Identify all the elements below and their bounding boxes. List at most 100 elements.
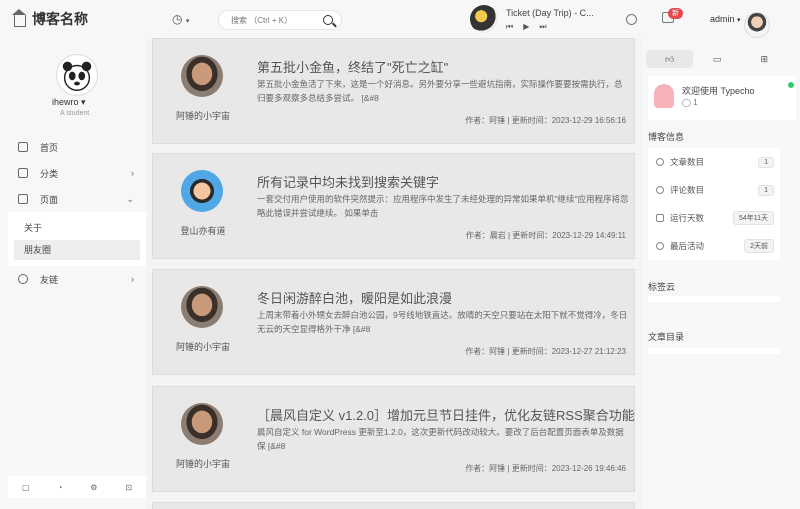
search-icon[interactable]: [323, 15, 333, 25]
song-title: Ticket (Day Trip) - C...: [506, 8, 594, 18]
user-icon: [18, 274, 28, 284]
post-meta: 作者：晨岩 | 更新时间：2023-12-29 14:49:11: [465, 231, 626, 240]
post-title[interactable]: 所有记录中均未找到搜索关键字: [257, 172, 439, 191]
welcome-card[interactable]: 欢迎使用 Typecho ◯ 1: [648, 76, 796, 120]
post-title[interactable]: 第五批小金鱼，终结了"死亡之缸": [257, 57, 448, 76]
brand-title: 博客名称: [32, 11, 88, 27]
post-card[interactable]: 阿锤的小宇宙 第五批小金鱼，终结了"死亡之缸" 第五批小金鱼活了下来，这是一个好…: [152, 38, 635, 144]
user-menu[interactable]: admin ▾: [710, 14, 741, 24]
gear-icon[interactable]: ⚙: [90, 483, 97, 492]
online-indicator: [788, 82, 794, 88]
blog-info-title: 博客信息: [648, 132, 685, 142]
sidebar-item-about[interactable]: 关于: [14, 218, 140, 238]
pages-submenu: 关于 朋友圈: [8, 212, 146, 266]
home-icon: [12, 9, 26, 27]
chevron-right-icon: ›: [131, 168, 134, 178]
welcome-comment-count: ◯ 1: [682, 98, 698, 107]
sidebar-item-links[interactable]: 友链 ›: [8, 266, 146, 292]
avatar[interactable]: [744, 12, 770, 38]
post-author-avatar[interactable]: [181, 170, 223, 212]
calendar-icon: [656, 214, 664, 222]
notification-badge: 新: [668, 8, 683, 19]
blog-stats: 文章数目 1 评论数目 1 运行天数 54年11天 最后活动 2天前: [648, 148, 780, 260]
play-icon[interactable]: ▶: [523, 22, 529, 32]
gift-icon: ⊞: [760, 53, 769, 64]
post-meta: 作者：阿锤 | 更新时间：2023-12-27 21:12:23: [465, 347, 626, 356]
post-author-avatar[interactable]: [181, 286, 223, 328]
profile-avatar[interactable]: [56, 54, 98, 96]
post-excerpt: 晨风自定义 for WordPress 更新至1.2.0，这次更新代码改动较大。…: [257, 427, 624, 451]
table-of-contents: [648, 348, 780, 354]
post-excerpt: 一套交付用户使用的软件突然提示：应用程序中发生了未经处理的异常如果单机"继续"应…: [257, 194, 629, 218]
post-card[interactable]: 登山亦有道 所有记录中均未找到搜索关键字 一套交付用户使用的软件突然提示：应用程…: [152, 153, 635, 259]
clock-icon: ◷: [172, 12, 183, 26]
tag-cloud: [648, 296, 780, 302]
login-icon[interactable]: ⊡: [125, 483, 132, 492]
sidebar-item-label: 页面: [40, 194, 59, 205]
search-box[interactable]: [218, 10, 342, 30]
tab-comments[interactable]: ▭: [693, 50, 740, 68]
sidebar-nav: 首页 分类 › 页面 ⌄ 关于 朋友圈 友链 ›: [8, 134, 146, 292]
comment-icon: ◯: [682, 98, 691, 107]
post-author[interactable]: 登山亦有道: [167, 224, 239, 237]
tab-gift[interactable]: ⊞: [741, 50, 788, 68]
theme-toggle-button[interactable]: ◷ ▾: [172, 12, 189, 26]
thumbs-up-icon: 👍︎: [664, 53, 675, 64]
post-meta: 作者：阿锤 | 更新时间：2023-12-29 16:56:16: [465, 116, 626, 125]
username: admin: [710, 14, 735, 24]
next-icon[interactable]: ⏭: [539, 22, 546, 32]
sidebar-footer: ▢ ◔ ⚙ ⊡: [8, 476, 146, 498]
panda-icon: [62, 61, 92, 91]
typecho-logo-icon: [654, 84, 674, 108]
post-title[interactable]: ［晨风自定义 v1.2.0］增加元旦节日挂件，优化友链RSS聚合功能: [257, 405, 635, 424]
comment-icon: [656, 186, 664, 194]
stat-last-active: 最后活动 2天前: [648, 232, 780, 260]
circle-close-icon[interactable]: [626, 14, 637, 25]
post-author[interactable]: 阿锤的小宇宙: [167, 340, 239, 353]
welcome-text: 欢迎使用 Typecho: [682, 86, 755, 96]
home-icon: [18, 142, 28, 152]
post-list: 阿锤的小宇宙 第五批小金鱼，终结了"死亡之缸" 第五批小金鱼活了下来，这是一个好…: [152, 38, 635, 509]
profile-name[interactable]: ihewro ▾: [52, 97, 86, 108]
post-excerpt: 第五批小金鱼活了下来，这是一个好消息。另外要分享一些避坑指南，实际操作要要按需执…: [257, 79, 623, 103]
sidebar-item-category[interactable]: 分类 ›: [8, 160, 146, 186]
post-card[interactable]: 阿锤的小宇宙 ［晨风自定义 v1.2.0］增加元旦节日挂件，优化友链RSS聚合功…: [152, 386, 635, 492]
post-card[interactable]: [152, 502, 635, 509]
sidebar-item-home[interactable]: 首页: [8, 134, 146, 160]
stat-days: 运行天数 54年11天: [648, 204, 780, 232]
music-player: Ticket (Day Trip) - C... ⏮ ▶ ⏭: [470, 5, 594, 33]
sidebar-item-pages[interactable]: 页面 ⌄: [8, 186, 146, 212]
sidebar-item-label: 首页: [40, 142, 59, 153]
chevron-down-icon: ⌄: [126, 193, 134, 204]
sidebar: ihewro ▾ A student 首页 分类 › 页面 ⌄ 关于 朋友圈 友…: [0, 38, 146, 509]
chevron-down-icon: ▾: [737, 17, 741, 24]
post-excerpt: 上周末带着小外甥女去醉白池公园，9号线地铁直达。放晴的天空只要站在太阳下就不觉得…: [257, 310, 628, 334]
post-author[interactable]: 阿锤的小宇宙: [167, 457, 239, 470]
comment-icon[interactable]: ▢: [22, 483, 30, 492]
brand[interactable]: 博客名称: [12, 9, 88, 29]
comment-icon: ▭: [712, 53, 722, 64]
chevron-right-icon: ›: [131, 274, 134, 284]
right-panel: 👍︎ ▭ ⊞ 欢迎使用 Typecho ◯ 1 博客信息 文章数目 1 评论数目 1…: [642, 38, 800, 509]
tag-cloud-title: 标签云: [648, 282, 676, 292]
right-tabs: 👍︎ ▭ ⊞: [646, 50, 788, 68]
search-input[interactable]: [231, 11, 327, 29]
post-author-avatar[interactable]: [181, 403, 223, 445]
album-cover[interactable]: [470, 5, 498, 33]
sidebar-item-label: 分类: [40, 168, 59, 179]
profile-subtitle: A student: [60, 110, 90, 117]
tab-likes[interactable]: 👍︎: [646, 50, 694, 68]
sidebar-item-friends-circle[interactable]: 朋友圈: [14, 240, 140, 260]
page-icon: [18, 194, 28, 204]
previous-icon[interactable]: ⏮: [506, 22, 513, 32]
post-meta: 作者：阿锤 | 更新时间：2023-12-26 19:46:46: [465, 464, 626, 473]
top-bar: 博客名称 ◷ ▾ Ticket (Day Trip) - C... ⏮ ▶ ⏭ …: [0, 0, 800, 38]
post-card[interactable]: 阿锤的小宇宙 冬日闲游醉白池，暖阳是如此浪漫 上周末带着小外甥女去醉白池公园，9…: [152, 269, 635, 375]
activity-icon: [656, 242, 664, 250]
toc-title: 文章目录: [648, 332, 685, 342]
stat-comments: 评论数目 1: [648, 176, 780, 204]
post-author-avatar[interactable]: [181, 55, 223, 97]
post-author[interactable]: 阿锤的小宇宙: [167, 109, 239, 122]
rss-icon[interactable]: ◔: [57, 483, 62, 492]
post-title[interactable]: 冬日闲游醉白池，暖阳是如此浪漫: [257, 288, 452, 307]
